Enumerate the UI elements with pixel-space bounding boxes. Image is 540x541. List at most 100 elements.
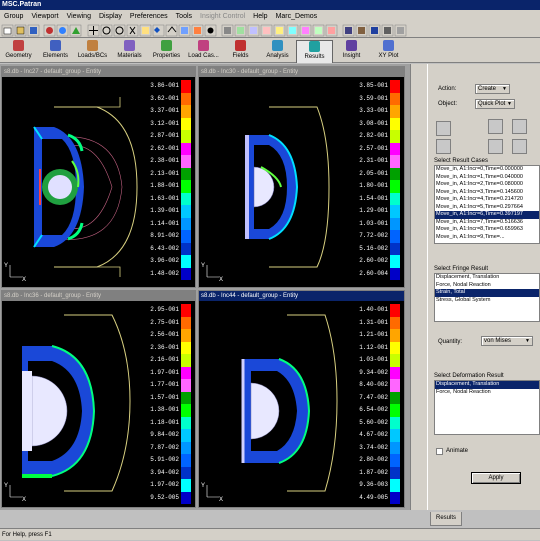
list-item[interactable]: Displacement, Translation <box>435 274 539 282</box>
tab-analysis[interactable]: Analysis <box>259 40 296 62</box>
tab-load-cases[interactable]: Load Cas... <box>185 40 222 62</box>
menu-insight-control[interactable]: Insight Control <box>196 10 249 23</box>
fringe-result-list[interactable]: Displacement, Translation Force, Nodal Re… <box>434 273 540 322</box>
menu-viewing[interactable]: Viewing <box>63 10 95 23</box>
list-item[interactable]: Move_in, A1:Incr=6,Time=0.397197 <box>435 211 539 219</box>
viewport-inc30[interactable]: s8.db - Inc30 - default_group - Entity Y… <box>198 66 405 288</box>
menu-marc-demos[interactable]: Marc_Demos <box>272 10 322 23</box>
list-item[interactable]: Force, Nodal Reaction <box>435 389 539 397</box>
list-item[interactable]: Move_in, A1:Incr=5,Time=0.297664 <box>435 204 539 212</box>
animate-checkbox[interactable] <box>436 448 443 455</box>
tab-label: Loads/BCs <box>77 53 108 59</box>
tab-label: Materials <box>117 53 142 59</box>
scale-row: 6.54-002 <box>353 404 400 417</box>
menu-group[interactable]: Group <box>0 10 27 23</box>
list-item[interactable]: Move_in, A1:Incr=2,Time=0.080000 <box>435 181 539 189</box>
tab-label: XY Plot <box>378 53 399 59</box>
scale-swatch <box>181 354 191 367</box>
tab-xy-plot[interactable]: XY Plot <box>370 40 407 62</box>
menu-display[interactable]: Display <box>95 10 126 23</box>
list-item[interactable]: Move_in, A1:Incr=4,Time=0.214720 <box>435 196 539 204</box>
display-attributes-icon[interactable] <box>512 139 527 154</box>
list-item[interactable]: Move_in, A1:Incr=0,Time=0.000000 <box>435 166 539 174</box>
splitter[interactable] <box>410 64 427 510</box>
target-entities-icon[interactable] <box>488 139 503 154</box>
scale-swatch <box>181 416 191 429</box>
scale-row: 2.13-001 <box>144 167 191 180</box>
viewport-area: s8.db - Inc27 - default_group - Entity Y… <box>0 64 410 510</box>
scale-row: 2.87-001 <box>144 130 191 143</box>
scale-row: 9.84-002 <box>144 429 191 442</box>
tab-label: Load Cas... <box>188 53 219 59</box>
tab-label: Properties <box>152 53 181 59</box>
select-results-icon[interactable] <box>436 139 451 154</box>
scale-value: 8.40-002 <box>359 381 388 388</box>
scale-swatch <box>181 167 191 180</box>
tab-materials[interactable]: Materials <box>111 40 148 62</box>
deformation-display-icon[interactable] <box>488 119 503 134</box>
scale-row: 3.62-001 <box>144 92 191 105</box>
scale-value: 9.84-002 <box>150 431 179 438</box>
scale-swatch <box>181 329 191 342</box>
menu-help[interactable]: Help <box>249 10 271 23</box>
list-item[interactable]: Move_in, A1:Incr=1,Time=0.040000 <box>435 174 539 182</box>
list-item[interactable]: Stress, Global System <box>435 297 539 305</box>
list-item[interactable]: Move_in, A1:Incr=7,Time=0.516636 <box>435 219 539 227</box>
object-label: Object: <box>438 101 458 107</box>
scale-row: 1.39-001 <box>144 205 191 218</box>
scale-value: 2.60-002 <box>359 257 388 264</box>
scale-value: 2.87-001 <box>150 132 179 139</box>
scale-value: 9.36-003 <box>359 481 388 488</box>
tab-elements[interactable]: Elements <box>37 40 74 62</box>
viewport-inc44[interactable]: s8.db - Inc44 - default_group - Entity Y… <box>198 290 405 508</box>
scale-swatch <box>390 391 400 404</box>
result-cases-list[interactable]: Move_in, A1:Incr=0,Time=0.000000 Move_in,… <box>434 165 540 244</box>
scale-value: 4.67-002 <box>359 431 388 438</box>
select-deformation-result-label: Select Deformation Result <box>434 373 504 379</box>
scale-value: 1.77-001 <box>150 381 179 388</box>
tab-fields[interactable]: Fields <box>222 40 259 62</box>
quantity-value: von Mises <box>484 338 512 344</box>
scale-value: 1.03-001 <box>359 219 388 227</box>
tab-properties[interactable]: Properties <box>148 40 185 62</box>
fringe-display-icon[interactable] <box>436 121 451 136</box>
object-dropdown[interactable]: Quick Plot ▼ <box>475 99 515 109</box>
deformation-result-list[interactable]: Displacement, Translation Force, Nodal Re… <box>434 380 540 435</box>
tab-insight[interactable]: Insight <box>333 40 370 62</box>
scale-swatch <box>181 304 191 317</box>
color-scale: 2.95-001 2.75-001 2.56-001 2.36-001 2.16-001… <box>144 304 191 504</box>
viewport-inc27[interactable]: s8.db - Inc27 - default_group - Entity Y… <box>1 66 196 288</box>
list-item[interactable]: Displacement, Translation <box>435 381 539 389</box>
apply-button[interactable]: Apply <box>471 472 521 484</box>
scale-swatch <box>390 466 400 479</box>
tab-geometry[interactable]: Geometry <box>0 40 37 62</box>
menu-viewport[interactable]: Viewport <box>27 10 62 23</box>
scale-value: 7.72-002 <box>359 232 388 239</box>
menu-tools[interactable]: Tools <box>172 10 196 23</box>
list-item[interactable]: Strain, Total <box>435 289 539 297</box>
list-item[interactable]: Move_in, A1:Incr=8,Time=0.659963 <box>435 226 539 234</box>
tab-loads-bcs[interactable]: Loads/BCs <box>74 40 111 62</box>
scale-value: 1.31-001 <box>359 318 388 326</box>
action-dropdown[interactable]: Create ▼ <box>475 84 510 94</box>
animation-options-icon[interactable] <box>512 119 527 134</box>
list-item[interactable]: Move_in, A1:Incr=3,Time=0.145600 <box>435 189 539 197</box>
tab-results-panel[interactable]: Results <box>430 512 462 526</box>
scale-swatch <box>390 167 400 180</box>
tab-results[interactable]: Results <box>296 40 333 63</box>
scale-swatch <box>390 416 400 429</box>
scale-row: 2.38-001 <box>144 155 191 168</box>
chevron-down-icon: ▼ <box>502 86 507 92</box>
scale-row: 3.96-002 <box>144 255 191 268</box>
action-value: Create <box>478 86 497 92</box>
scale-row: 3.85-001 <box>353 80 400 93</box>
viewport-inc36[interactable]: s8.db - Inc36 - default_group - Entity Y… <box>1 290 196 508</box>
viewport-title: s8.db - Inc27 - default_group - Entity <box>2 67 195 77</box>
menu-preferences[interactable]: Preferences <box>126 10 172 23</box>
quantity-dropdown[interactable]: von Mises ▼ <box>481 336 533 346</box>
scale-value: 2.62-001 <box>150 144 179 152</box>
list-item[interactable]: Force, Nodal Reaction <box>435 282 539 290</box>
scale-value: 2.75-001 <box>150 318 179 326</box>
scale-value: 3.85-001 <box>359 82 388 89</box>
list-item[interactable]: Move_in, A1:Incr=9,Time=... <box>435 234 539 242</box>
